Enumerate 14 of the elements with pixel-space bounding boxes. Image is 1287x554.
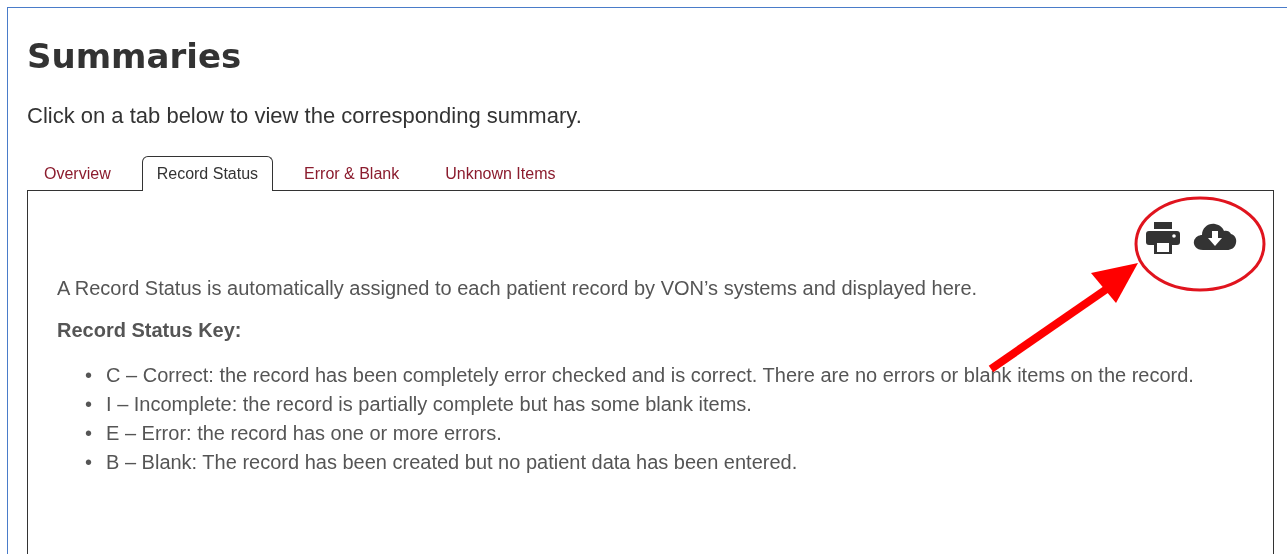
- status-key-item: I – Incomplete: the record is partially complete but has some blank items.: [106, 391, 753, 417]
- status-key-item: B – Blank: The record has been created but no patient data has been entered.: [106, 449, 799, 475]
- print-icon[interactable]: [1145, 220, 1181, 255]
- status-key-item: E – Error: the record has one or more errors.: [106, 420, 503, 446]
- bullet-mark: •: [85, 420, 92, 446]
- tab[interactable]: Record Status: [141, 156, 274, 191]
- page-title: Summaries: [27, 35, 243, 76]
- intro-text: A Record Status is automatically assigned to each patient record by VON’s systems and displayed here.: [57, 275, 979, 301]
- status-key-item: C – Correct: the record has been completely error checked and is correct. There are no errors or blank items on the record.: [106, 362, 1195, 388]
- bullet-mark: •: [85, 449, 92, 475]
- bullet-mark: •: [85, 362, 92, 388]
- instructions-text: Click on a tab below to view the corresponding summary.: [27, 104, 583, 128]
- key-heading: Record Status Key:: [57, 317, 243, 343]
- bullet-mark: •: [85, 391, 92, 417]
